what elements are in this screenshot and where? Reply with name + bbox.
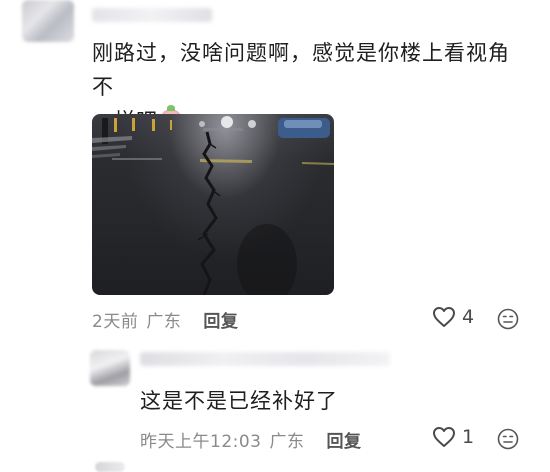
road-photo-drawing bbox=[92, 116, 334, 295]
heart-outline-icon bbox=[433, 427, 455, 447]
like-count: 4 bbox=[462, 306, 475, 328]
username-blurred[interactable] bbox=[92, 8, 212, 22]
like-count: 1 bbox=[462, 426, 475, 448]
reply-button[interactable]: 回复 bbox=[327, 432, 362, 452]
face-emoji-icon[interactable] bbox=[497, 428, 519, 450]
face-emoji-icon[interactable] bbox=[497, 308, 519, 330]
comment-region: 广东 bbox=[146, 312, 182, 332]
comment-time: 2天前 bbox=[92, 312, 139, 332]
comment-photo[interactable] bbox=[92, 114, 334, 295]
like-button[interactable]: 1 bbox=[432, 426, 474, 448]
like-button[interactable]: 4 bbox=[432, 306, 474, 328]
comment-text: 这是不是已经补好了 bbox=[140, 389, 338, 413]
comment-meta: 2天前 广东 回复 bbox=[92, 307, 238, 332]
comment-text-line1: 刚路过，没啥问题啊，感觉是你楼上看视角不 bbox=[92, 41, 510, 99]
username-blurred[interactable] bbox=[140, 352, 390, 366]
comment-time: 昨天上午12:03 bbox=[140, 432, 262, 452]
avatar[interactable] bbox=[90, 350, 130, 386]
reply-button[interactable]: 回复 bbox=[203, 312, 238, 332]
comment-region: 广东 bbox=[269, 432, 305, 452]
heart-outline-icon bbox=[433, 307, 455, 327]
comment-meta: 昨天上午12:03 广东 回复 bbox=[140, 427, 362, 452]
avatar[interactable] bbox=[95, 462, 125, 472]
avatar[interactable] bbox=[22, 0, 74, 42]
